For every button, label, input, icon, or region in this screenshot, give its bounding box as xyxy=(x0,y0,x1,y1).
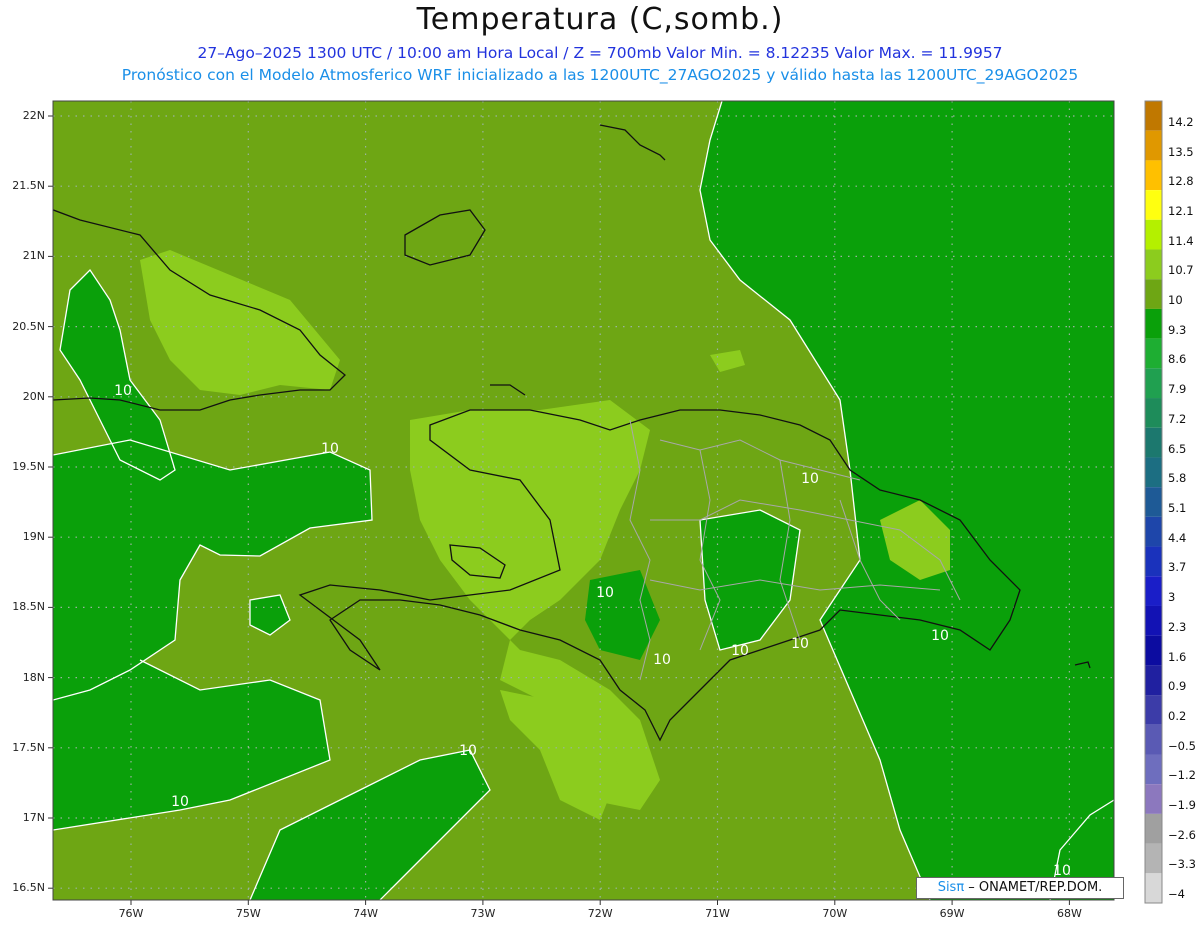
x-tick-label: 68W xyxy=(1056,907,1082,920)
legend-swatch xyxy=(1145,130,1162,161)
contour-label: 10 xyxy=(459,743,477,759)
legend-label: 11.4 xyxy=(1168,233,1194,248)
y-tick-label: 19.5N xyxy=(12,460,45,473)
legend-label: −1.9 xyxy=(1168,798,1196,813)
legend-label: −3.3 xyxy=(1168,857,1196,872)
legend-label: 9.3 xyxy=(1168,322,1187,337)
y-tick-label: 20N xyxy=(22,389,45,403)
contour-label: 10 xyxy=(171,794,189,810)
contour-label: 10 xyxy=(731,643,749,659)
legend-label: −2.6 xyxy=(1168,827,1196,842)
legend-swatch xyxy=(1145,754,1162,785)
legend-label: 10 xyxy=(1168,293,1183,308)
legend-label: 0.2 xyxy=(1168,708,1187,723)
legend-label: 0.9 xyxy=(1168,679,1187,694)
legend-label: 3 xyxy=(1168,590,1176,605)
x-tick-label: 73W xyxy=(470,907,496,920)
legend-swatch xyxy=(1145,219,1162,250)
legend-label: −0.5 xyxy=(1168,738,1196,753)
y-tick-label: 21N xyxy=(22,249,45,263)
legend-label: 8.6 xyxy=(1168,352,1187,367)
y-tick-label: 20.5N xyxy=(12,319,45,333)
credit-box: Sisπ – ONAMET/REP.DOM. xyxy=(916,877,1124,899)
legend-swatch xyxy=(1145,368,1162,399)
y-tick-label: 19N xyxy=(22,530,45,544)
legend-label: 14.2 xyxy=(1168,114,1194,129)
legend-swatch xyxy=(1145,338,1162,369)
y-tick-label: 21.5N xyxy=(12,179,45,193)
contour-label: 10 xyxy=(791,636,809,652)
legend-swatch xyxy=(1145,516,1162,547)
y-tick-label: 17N xyxy=(22,811,45,824)
x-tick-label: 74W xyxy=(353,907,379,920)
legend-label: 1.6 xyxy=(1168,649,1187,664)
legend-swatch xyxy=(1145,724,1162,755)
legend-swatch xyxy=(1145,813,1162,844)
y-tick-label: 18N xyxy=(22,670,45,684)
x-tick-label: 69W xyxy=(939,907,965,920)
contour-label: 10 xyxy=(321,441,339,457)
legend-swatch xyxy=(1145,308,1162,339)
contour-label: 10 xyxy=(653,652,671,668)
legend-label: 10.7 xyxy=(1168,263,1194,278)
contour-label: 10 xyxy=(114,383,132,399)
legend-label: 6.5 xyxy=(1168,441,1187,456)
x-tick-label: 71W xyxy=(705,907,730,920)
contour-label: 10 xyxy=(801,471,819,487)
legend-swatch xyxy=(1145,605,1162,636)
legend-swatch xyxy=(1145,101,1162,131)
sis-logo-text: Sisπ xyxy=(937,880,965,895)
legend-label: 5.8 xyxy=(1168,471,1187,486)
legend-label: 7.2 xyxy=(1168,411,1187,426)
legend-label: −1.2 xyxy=(1168,768,1196,783)
legend-label: 4.4 xyxy=(1168,530,1187,545)
legend-label: −4 xyxy=(1168,887,1185,902)
legend-swatch xyxy=(1145,249,1162,280)
y-tick-label: 16.5N xyxy=(12,881,45,895)
legend-swatch xyxy=(1145,546,1162,577)
y-tick-label: 17.5N xyxy=(12,740,45,754)
legend-swatch xyxy=(1145,190,1162,220)
legend-swatch xyxy=(1145,398,1162,428)
legend-label: 7.9 xyxy=(1168,382,1187,397)
credit-text: – ONAMET/REP.DOM. xyxy=(964,880,1103,895)
legend-swatch xyxy=(1145,635,1162,666)
legend-swatch xyxy=(1145,695,1162,725)
legend-swatch xyxy=(1145,160,1162,191)
legend-label: 5.1 xyxy=(1168,501,1187,515)
x-tick-label: 72W xyxy=(587,907,613,920)
legend-swatch xyxy=(1145,279,1162,309)
y-tick-label: 18.5N xyxy=(12,600,45,614)
legend-swatch xyxy=(1145,873,1162,903)
legend-swatch xyxy=(1145,784,1162,814)
legend-label: 13.5 xyxy=(1168,144,1194,159)
legend-label: 12.1 xyxy=(1168,203,1194,218)
contour-label: 10 xyxy=(931,628,949,644)
y-tick-label: 22N xyxy=(22,109,45,122)
legend-swatch xyxy=(1145,665,1162,696)
legend-swatch xyxy=(1145,576,1162,606)
x-tick-label: 75W xyxy=(235,907,261,920)
contour-label: 10 xyxy=(596,585,614,601)
legend-swatch xyxy=(1145,843,1162,874)
legend-swatch xyxy=(1145,457,1162,488)
legend-label: 12.8 xyxy=(1168,174,1194,189)
x-tick-label: 70W xyxy=(822,907,848,920)
legend-swatch xyxy=(1145,427,1162,458)
x-tick-label: 76W xyxy=(118,907,144,920)
temperature-map: 10101010101010 10 101010 xyxy=(48,100,1163,905)
legend-label: 2.3 xyxy=(1168,619,1187,634)
legend-label: 3.7 xyxy=(1168,560,1187,575)
legend-swatch xyxy=(1145,487,1162,517)
